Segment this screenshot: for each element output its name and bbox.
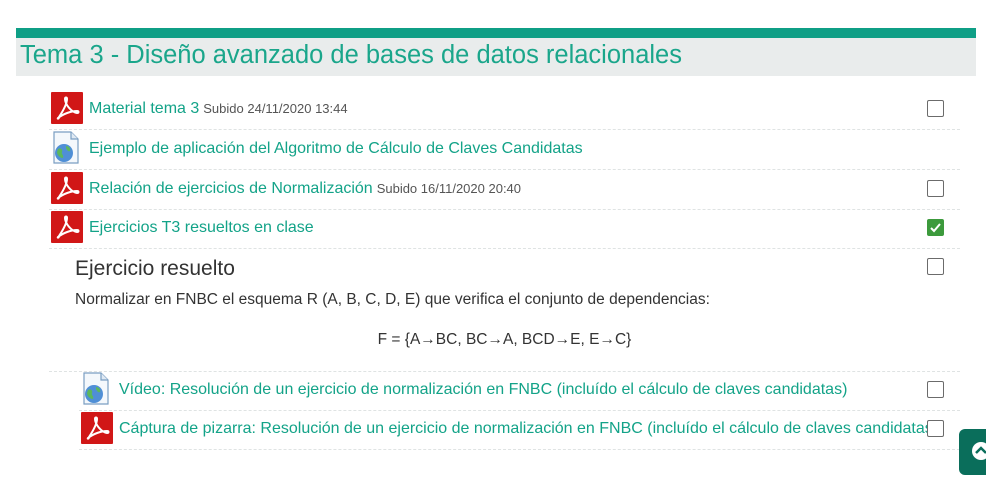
activity-link[interactable]: Ejemplo de aplicación del Algoritmo de C… <box>89 140 583 158</box>
upload-date: Subido 16/11/2020 20:40 <box>376 181 522 196</box>
activity-row: Vídeo: Resolución de un ejercicio de nor… <box>79 371 960 411</box>
completion-checkbox[interactable] <box>927 420 944 437</box>
activity-row: Material tema 3 Subido 24/11/2020 13:44 <box>49 90 960 130</box>
scroll-to-top-button[interactable] <box>959 429 986 475</box>
label-formula: F = {A→BC, BC→A, BCD→E, E→C} <box>377 331 632 348</box>
label-title: Ejercicio resuelto <box>75 257 235 280</box>
pdf-icon <box>51 172 83 204</box>
label-text: Normalizar en FNBC el esquema R (A, B, C… <box>75 291 710 308</box>
section-title: Tema 3 - Diseño avanzado de bases de dat… <box>20 41 682 69</box>
pdf-icon <box>81 412 113 444</box>
chevron-up-icon <box>972 442 986 460</box>
pdf-icon <box>51 211 83 243</box>
web-icon <box>51 131 83 165</box>
text-label-block: Ejercicio resuelto Normalizar en FNBC el… <box>49 250 960 372</box>
activity-link[interactable]: Vídeo: Resolución de un ejercicio de nor… <box>119 381 847 399</box>
activity-link[interactable]: Cáptura de pizarra: Resolución de un eje… <box>119 420 938 438</box>
activity-row: Relación de ejercicios de Normalización S… <box>49 170 960 210</box>
completion-checkbox[interactable] <box>927 258 944 275</box>
activity-link[interactable]: Relación de ejercicios de Normalización S… <box>89 180 521 198</box>
completion-checkbox[interactable] <box>927 100 944 117</box>
activity-row: Ejemplo de aplicación del Algoritmo de C… <box>49 130 960 170</box>
web-icon <box>81 372 113 406</box>
completion-checkbox-checked[interactable] <box>927 219 944 236</box>
activity-row: Ejercicios T3 resueltos en clase <box>49 209 960 249</box>
completion-checkbox[interactable] <box>927 180 944 197</box>
upload-date: Subido 24/11/2020 13:44 <box>203 101 348 116</box>
section-top-bar <box>16 28 976 38</box>
activity-link[interactable]: Material tema 3 Subido 24/11/2020 13:44 <box>89 100 348 118</box>
pdf-icon <box>51 92 83 124</box>
completion-checkbox[interactable] <box>927 381 944 398</box>
section-header: Tema 3 - Diseño avanzado de bases de dat… <box>16 38 976 76</box>
activity-link[interactable]: Ejercicios T3 resueltos en clase <box>89 219 314 237</box>
activity-row: Cáptura de pizarra: Resolución de un eje… <box>79 410 960 450</box>
